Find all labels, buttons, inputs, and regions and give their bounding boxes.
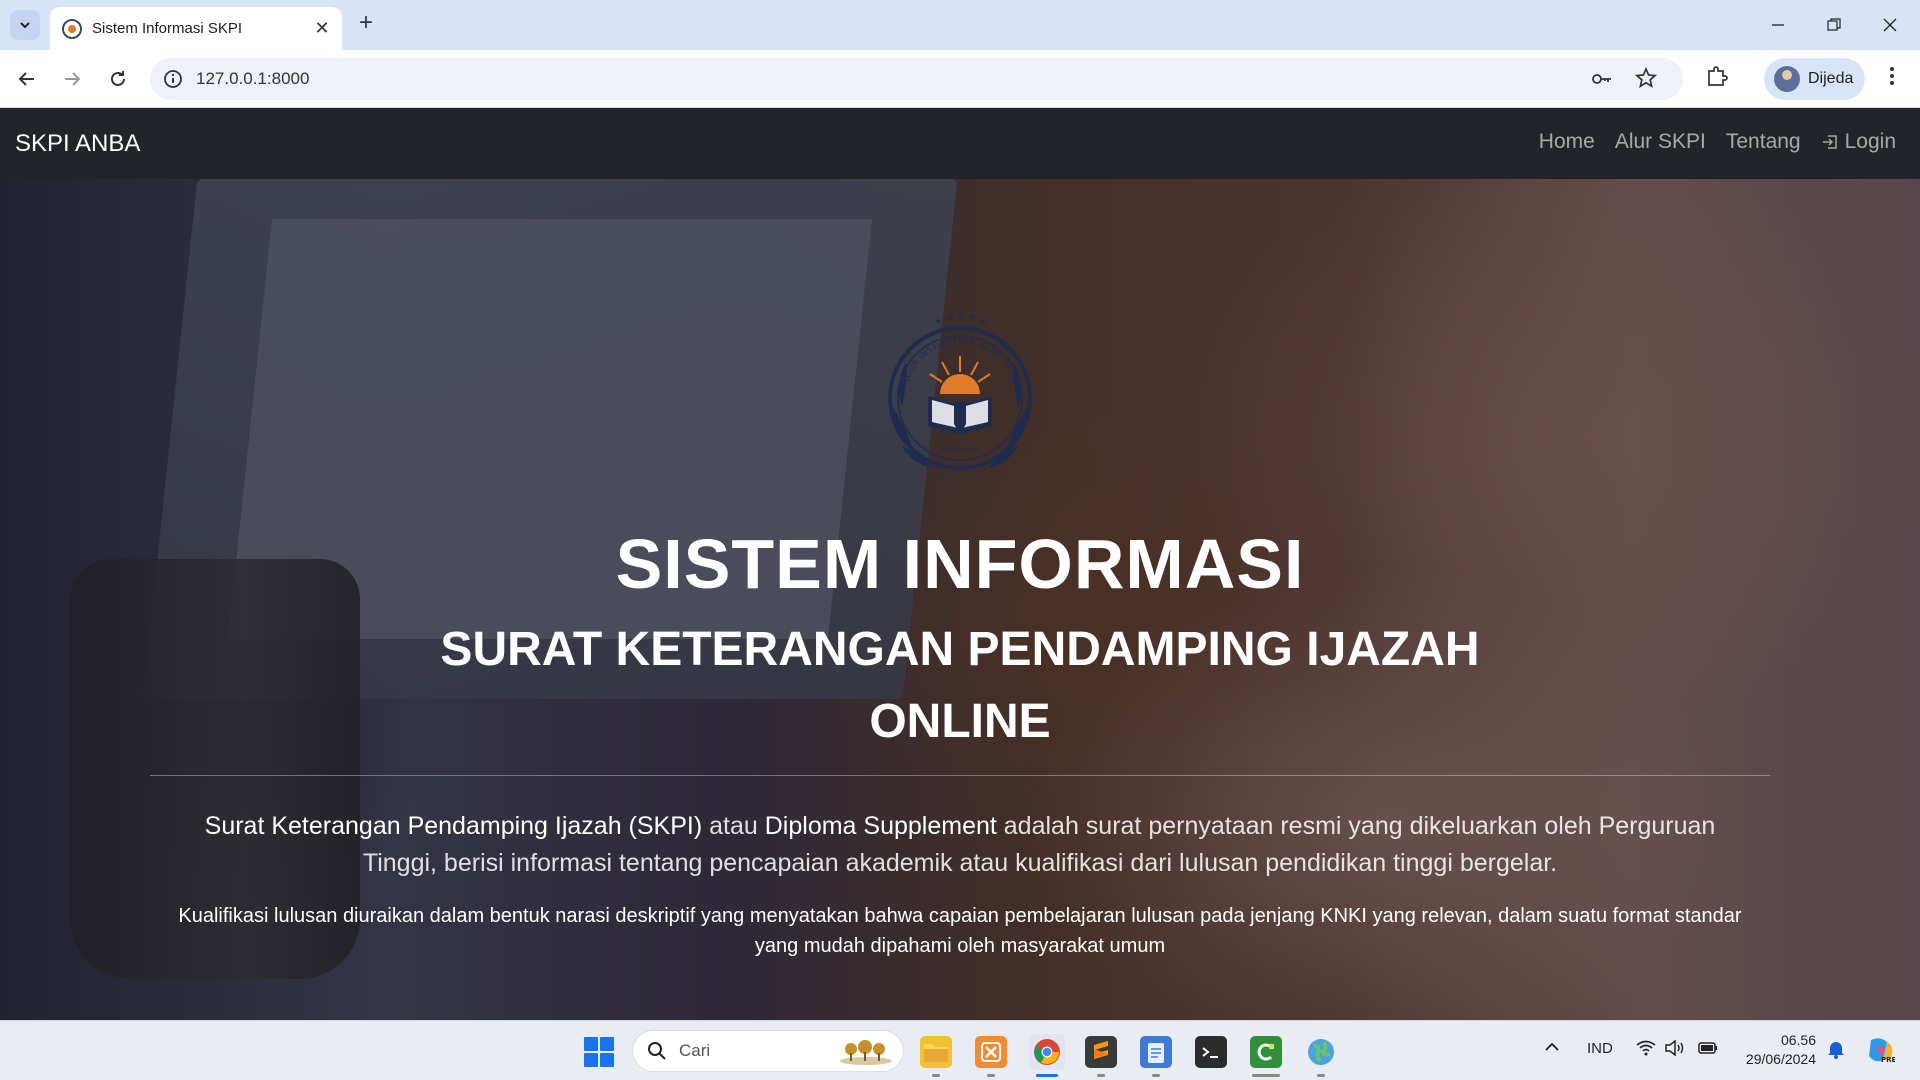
- chrome-icon[interactable]: [1029, 1034, 1065, 1070]
- close-icon: [1883, 18, 1897, 32]
- site-navbar: SKPI ANBA Home Alur SKPI Tentang Login: [0, 108, 1920, 179]
- clock-time: 06.56: [1780, 1032, 1816, 1048]
- copilot-icon[interactable]: PRE: [1865, 1036, 1897, 1068]
- browser-toolbar: 127.0.0.1:8000 Dijeda: [0, 50, 1920, 108]
- site-info-icon[interactable]: [163, 69, 183, 94]
- profile-name: Dijeda: [1808, 70, 1854, 87]
- show-hidden-icons-button[interactable]: [1544, 1040, 1560, 1058]
- arrow-left-icon: [18, 72, 34, 86]
- close-window-button[interactable]: [1862, 0, 1918, 50]
- sublime-text-icon[interactable]: [1085, 1036, 1117, 1068]
- language-indicator[interactable]: IND: [1587, 1040, 1613, 1057]
- hero-subtitle: SURAT KETERANGAN PENDAMPING IJAZAH ONLIN…: [440, 623, 1480, 748]
- search-highlight-art-icon: [840, 1040, 892, 1065]
- forward-button[interactable]: [57, 64, 87, 94]
- battery-icon[interactable]: [1697, 1040, 1719, 1060]
- restore-button[interactable]: [1806, 0, 1862, 50]
- file-explorer-indicator: [932, 1074, 940, 1077]
- nav-links: Home Alur SKPI Tentang Login: [1539, 130, 1896, 154]
- institution-logo: ★ ★ ★ ★ ★ YOUR INSTITUTION NAME HERE ESTD. 2…: [888, 310, 1032, 470]
- desc-connector: atau: [702, 812, 765, 840]
- svg-text:★: ★: [968, 312, 976, 322]
- hero-description: Surat Keterangan Pendamping Ijazah (SKPI…: [170, 808, 1750, 882]
- new-tab-button[interactable]: +: [352, 10, 380, 38]
- svg-text:★: ★: [934, 316, 942, 326]
- chrome-active-indicator: [1036, 1074, 1058, 1077]
- hero-title: SISTEM INFORMASI: [615, 525, 1305, 603]
- svg-text:ESTD. 2000: ESTD. 2000: [943, 447, 978, 454]
- minimize-button[interactable]: [1750, 0, 1806, 50]
- wifi-icon[interactable]: [1636, 1040, 1656, 1060]
- restore-icon: [1827, 18, 1841, 31]
- notification-bell-icon[interactable]: [1827, 1039, 1845, 1063]
- password-key-icon[interactable]: [1591, 69, 1613, 94]
- chevron-up-icon: [1545, 1042, 1559, 1051]
- address-bar[interactable]: 127.0.0.1:8000: [150, 58, 1683, 100]
- nav-tentang-label: Tentang: [1725, 130, 1801, 153]
- svg-text:★: ★: [946, 312, 954, 322]
- hero-qualification-text: Kualifikasi lulusan diuraikan dalam bent…: [178, 905, 1742, 957]
- close-tab-icon[interactable]: ✕: [312, 18, 332, 39]
- hero-divider: [150, 775, 1770, 776]
- browser-tab-active[interactable]: Sistem Informasi SKPI ✕: [50, 7, 342, 50]
- tab-list-button[interactable]: [10, 10, 40, 40]
- nav-alur-label: Alur SKPI: [1614, 130, 1706, 153]
- diploma-supplement-term: Diploma Supplement: [764, 812, 997, 840]
- reload-icon: [111, 71, 125, 86]
- browser-menu-button[interactable]: [1880, 64, 1904, 93]
- nav-login[interactable]: Login: [1821, 130, 1896, 154]
- nav-home-label: Home: [1538, 130, 1595, 153]
- profile-button[interactable]: Dijeda: [1764, 58, 1865, 100]
- notepad-icon[interactable]: [1140, 1036, 1172, 1068]
- minimize-icon: [1772, 24, 1784, 26]
- xampp-icon[interactable]: [975, 1036, 1007, 1068]
- notepad-indicator: [1152, 1074, 1160, 1077]
- bookmark-star-icon[interactable]: [1634, 66, 1658, 94]
- xampp-indicator: [987, 1074, 995, 1077]
- file-explorer-icon[interactable]: [920, 1036, 952, 1068]
- globe-indicator: [1317, 1074, 1325, 1077]
- globe-app-icon[interactable]: [1305, 1036, 1337, 1068]
- chevron-down-icon: [20, 22, 30, 29]
- taskbar-clock[interactable]: 06.56 29/06/2024: [1734, 1031, 1816, 1069]
- svg-text:★: ★: [979, 316, 987, 326]
- skpi-term: Surat Keterangan Pendamping Ijazah (SKPI…: [204, 812, 703, 840]
- clock-date: 29/06/2024: [1745, 1051, 1816, 1067]
- sublime-indicator: [1097, 1074, 1105, 1077]
- volume-icon[interactable]: [1664, 1039, 1686, 1060]
- hero-section: ★ ★ ★ ★ ★ YOUR INSTITUTION NAME HERE ESTD. 2…: [0, 179, 1920, 1020]
- puzzle-icon: [1708, 66, 1728, 86]
- nav-home[interactable]: Home: [1539, 130, 1595, 154]
- site-brand[interactable]: SKPI ANBA: [15, 130, 140, 158]
- nav-login-label: Login: [1844, 130, 1896, 153]
- camtasia-indicator: [1252, 1074, 1280, 1077]
- extensions-button[interactable]: [1705, 64, 1729, 93]
- svg-text:PRE: PRE: [1881, 1056, 1895, 1064]
- svg-text:★: ★: [957, 310, 965, 320]
- windows-taskbar: Cari IND 06.56 29/06/2024 PRE: [0, 1020, 1920, 1080]
- arrow-right-icon: [65, 72, 81, 86]
- reload-button[interactable]: [103, 64, 133, 94]
- camtasia-icon[interactable]: [1250, 1036, 1282, 1068]
- start-button[interactable]: [584, 1037, 614, 1067]
- login-icon: [1822, 135, 1837, 149]
- site-favicon-icon: [62, 18, 82, 39]
- search-icon: [648, 1042, 666, 1060]
- back-button[interactable]: [12, 64, 42, 94]
- tab-title: Sistem Informasi SKPI: [92, 20, 243, 37]
- nav-alur-skpi[interactable]: Alur SKPI: [1615, 130, 1706, 154]
- url-text[interactable]: 127.0.0.1:8000: [196, 69, 309, 89]
- kebab-menu-icon: [1890, 67, 1894, 85]
- nav-tentang[interactable]: Tentang: [1726, 130, 1801, 154]
- avatar: [1774, 66, 1800, 92]
- terminal-icon[interactable]: [1195, 1036, 1227, 1068]
- browser-tabstrip: Sistem Informasi SKPI ✕ +: [0, 0, 1920, 50]
- taskbar-search[interactable]: Cari: [632, 1030, 904, 1072]
- search-label: Cari: [679, 1041, 711, 1060]
